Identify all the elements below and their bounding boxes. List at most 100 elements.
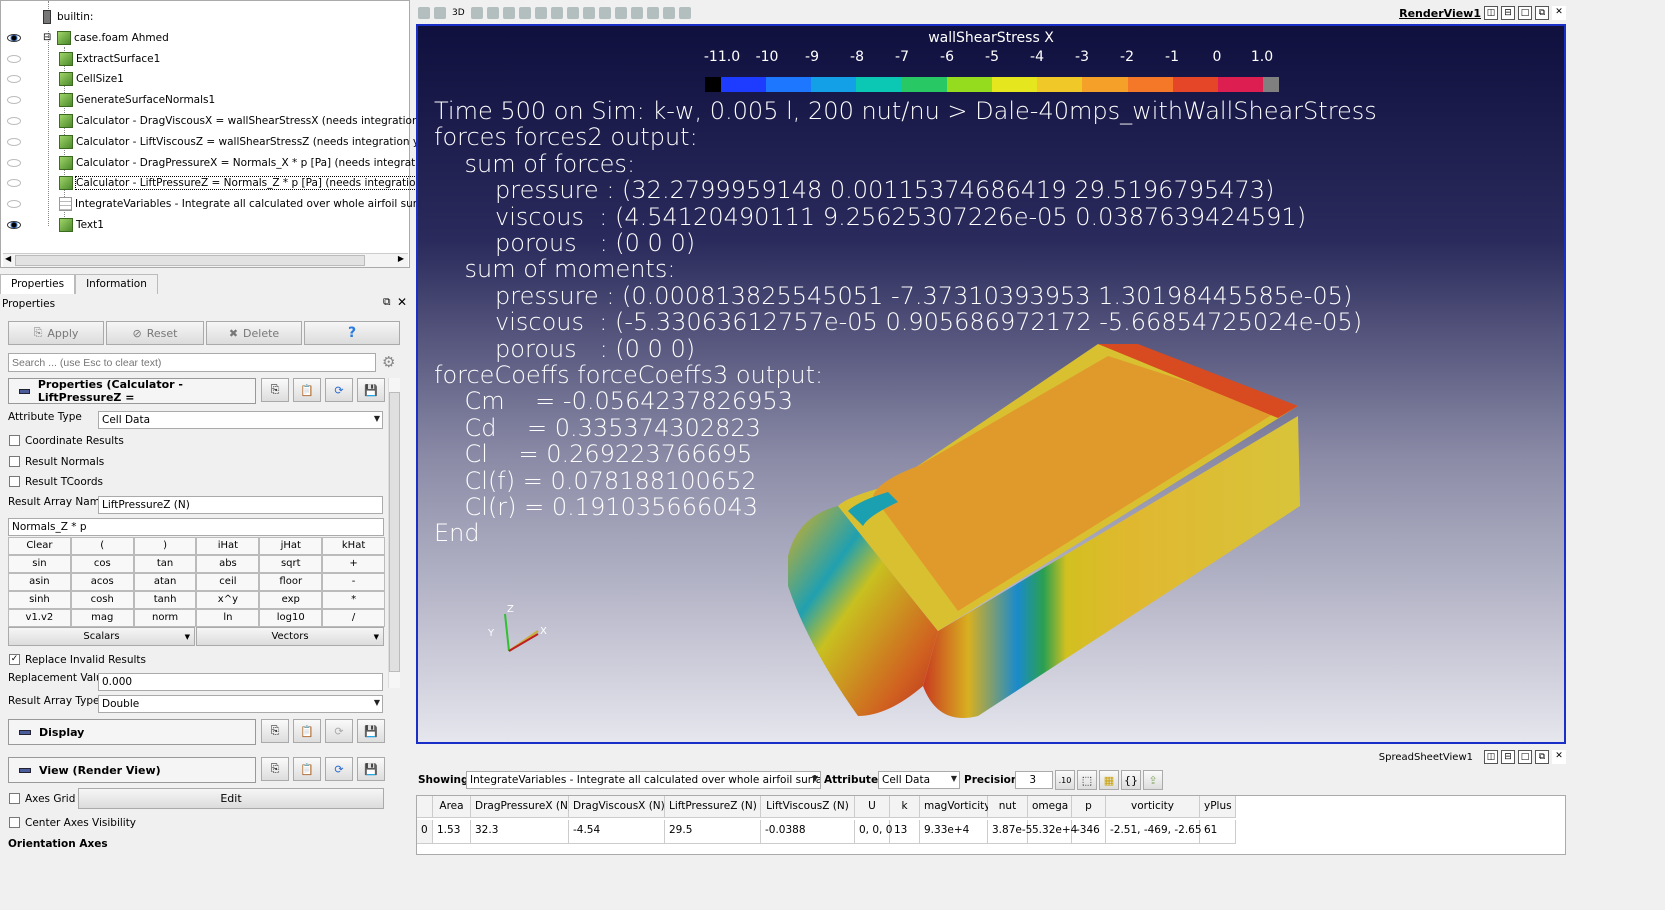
calc-button[interactable]: sinh [8,591,71,609]
tab-information[interactable]: Information [75,274,158,294]
table-cell[interactable]: 3.87e-5 [988,820,1032,844]
column-header[interactable]: p [1072,796,1106,818]
eye-closed-icon[interactable] [7,137,21,146]
refresh-icon[interactable]: ⟳ [325,719,353,743]
pipeline-item[interactable]: GenerateSurfaceNormals1 [1,90,215,110]
camera-icon[interactable] [418,7,430,19]
eye-closed-icon[interactable] [7,75,21,84]
calc-button[interactable]: mag [70,609,134,627]
calc-button[interactable]: ) [133,537,197,555]
table-cell[interactable]: -4.54 [569,820,665,844]
calc-button[interactable]: / [322,609,385,627]
split-horizontal-icon[interactable]: ◫ [1484,750,1498,764]
column-header[interactable]: vorticity [1106,796,1200,818]
replace-invalid-checkbox[interactable]: ✓ [9,654,20,665]
calc-button[interactable]: asin [8,573,71,591]
eye-closed-icon[interactable] [7,96,21,105]
save-icon[interactable]: 💾 [357,757,385,781]
clear-selection-icon[interactable] [678,7,691,19]
copy-icon[interactable]: ⎘ [261,719,289,743]
calc-button[interactable]: acos [70,573,134,591]
pipeline-item[interactable]: Calculator - DragPressureX = Normals_X *… [1,153,456,173]
eye-open-icon[interactable] [7,33,21,42]
toggle-axes-icon[interactable] [470,7,483,19]
apply-button[interactable]: ⎘ Apply [8,321,104,345]
result-array-type-select[interactable]: Double [98,695,383,713]
calc-button[interactable]: ( [70,537,134,555]
column-header[interactable] [417,796,433,818]
section-view[interactable]: View (Render View) [8,757,256,783]
split-horizontal-icon[interactable]: ◫ [1484,6,1498,20]
calc-button[interactable]: ln [196,609,260,627]
calc-button[interactable]: iHat [196,537,260,555]
help-button[interactable]: ? [304,321,400,345]
table-cell[interactable]: -0.0388 [761,820,855,844]
calc-button[interactable]: cosh [70,591,134,609]
refresh-icon[interactable]: ⟳ [325,757,353,781]
search-input[interactable] [8,353,376,372]
properties-scrollbar[interactable] [388,378,400,688]
column-header[interactable]: Area [433,796,471,818]
table-cell[interactable]: -346 [1072,820,1106,844]
calc-button[interactable]: - [322,573,385,591]
eye-closed-icon[interactable] [7,54,21,63]
pipeline-horizontal-scrollbar[interactable]: ◀ ▶ [3,253,408,267]
column-header[interactable]: omega [1028,796,1072,818]
column-header[interactable]: magVorticity [920,796,991,818]
pipeline-item[interactable]: Calculator - LiftPressureZ = Normals_Z *… [1,173,448,193]
column-header[interactable]: yPlus [1200,796,1236,818]
collapse-icon[interactable]: ⊟ [43,32,51,43]
toggle-3d-button[interactable]: 3D [452,8,465,18]
calc-button[interactable]: norm [133,609,197,627]
undock-icon[interactable]: ⧉ [1535,6,1549,20]
table-cell[interactable]: 1.53 [433,820,471,844]
column-header[interactable]: U [855,796,890,818]
pipeline-item[interactable]: ExtractSurface1 [1,49,160,69]
calc-button[interactable]: tanh [133,591,197,609]
column-header[interactable]: k [890,796,920,818]
paste-icon[interactable]: 📋 [293,719,321,743]
center-axes-checkbox[interactable] [9,817,20,828]
showing-select[interactable]: IntegrateVariables - Integrate all calcu… [466,771,821,789]
close-icon[interactable]: ✕ [397,295,407,309]
copy-icon[interactable]: ⎘ [261,378,289,402]
pipeline-item[interactable]: ⊟ case.foam Ahmed [1,28,169,48]
pipeline-item[interactable]: IntegrateVariables - Integrate all calcu… [1,194,439,214]
fixed-representation-button[interactable]: .10 [1055,770,1075,790]
refresh-icon[interactable]: ⟳ [325,378,353,402]
table-cell[interactable]: 0, 0, 0 [855,820,892,844]
interactive-select-icon[interactable] [566,7,579,19]
scrollbar-thumb[interactable] [15,255,365,266]
attribute-select[interactable]: Cell Data [878,771,960,789]
close-view-icon[interactable]: ✕ [1552,6,1566,20]
split-vertical-icon[interactable]: ⊟ [1501,6,1515,20]
pipeline-item[interactable]: Text1 [1,215,104,235]
calc-button[interactable]: sin [8,555,71,573]
toggle-cell-connectivity-icon[interactable]: {} [1121,770,1141,790]
column-header[interactable]: LiftViscousZ (N) [761,796,855,818]
copy-icon[interactable]: ⎘ [261,757,289,781]
calc-button[interactable]: + [322,555,385,573]
precision-spinbox[interactable]: 3 [1015,771,1053,789]
result-tcoords-checkbox[interactable] [9,476,20,487]
scalars-dropdown[interactable]: Scalars ▼ [8,627,195,646]
selection-only-icon[interactable]: ⬚ [1077,770,1097,790]
column-header[interactable]: DragViscousX (N) [569,796,665,818]
eye-closed-icon[interactable] [7,117,21,125]
pipeline-browser[interactable]: builtin: ⊟ case.foam Ahmed ExtractSurface1 C… [0,0,456,268]
column-visibility-icon[interactable]: ▦ [1099,770,1119,790]
section-properties[interactable]: Properties (Calculator - LiftPressureZ = [8,378,256,404]
pipeline-item[interactable]: Calculator - LiftViscousZ = wallShearStr… [1,132,434,152]
calc-button[interactable]: ceil [196,573,260,591]
table-cell[interactable]: 0 [417,820,433,844]
eye-closed-icon[interactable] [7,179,21,188]
vectors-dropdown[interactable]: Vectors ▼ [196,627,384,646]
select-frustum-icon[interactable] [534,7,547,19]
pipeline-item[interactable]: builtin: [1,7,93,27]
calc-button[interactable]: floor [259,573,323,591]
axes-grid-checkbox[interactable] [9,793,20,804]
close-view-icon[interactable]: ✕ [1552,750,1566,764]
find-data-icon[interactable] [646,7,659,19]
eye-closed-icon[interactable] [7,200,21,209]
calc-button[interactable]: cos [70,555,134,573]
